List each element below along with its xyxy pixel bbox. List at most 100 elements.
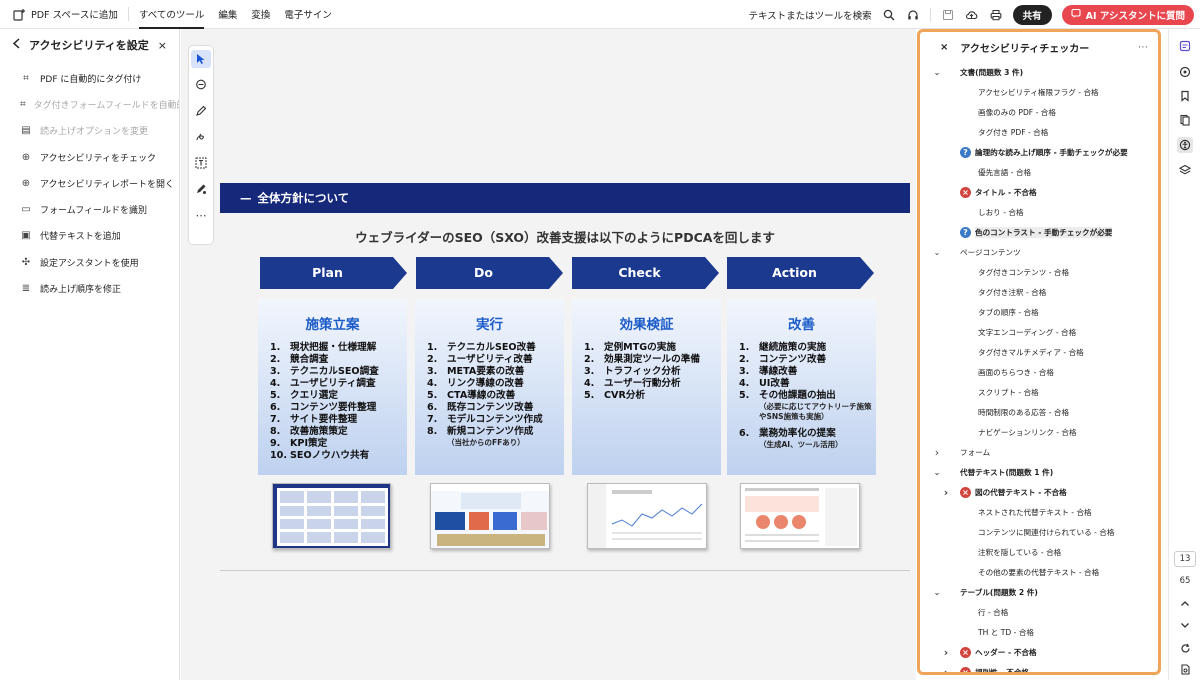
tool-item-7[interactable]: ▣ 代替テキストを追加 <box>0 223 179 249</box>
step-item: 6. コンテンツ要件整理 <box>270 402 407 414</box>
checker-row-label: ページコンテンツ <box>960 247 1021 257</box>
menu-convert[interactable]: 変換 <box>251 7 270 21</box>
checker-rule[interactable]: 画像のみの PDF - 合格 <box>920 102 1158 122</box>
print-icon[interactable] <box>989 8 1003 22</box>
checker-rule[interactable]: 注釈を隠している - 合格 <box>920 542 1158 562</box>
checker-tree: ⌄ 文書(問題数 3 件) アクセシビリティ権限フラグ - 合格 画像のみの PDF … <box>920 62 1158 673</box>
checker-rule[interactable]: 文字エンコーディング - 合格 <box>920 322 1158 342</box>
tool-item-label: 設定アシスタントを使用 <box>40 258 139 269</box>
menu-edit[interactable]: 編集 <box>218 7 237 21</box>
checker-rule[interactable]: その他の要素の代替テキスト - 合格 <box>920 562 1158 582</box>
tool-item-6[interactable]: ▭ フォームフィールドを識別 <box>0 196 179 222</box>
checker-rule[interactable]: スクリプト - 合格 <box>920 382 1158 402</box>
tool-item-5[interactable]: ⊕ アクセシビリティレポートを開く <box>0 170 179 196</box>
checker-rule[interactable]: 画面のちらつき - 合格 <box>920 362 1158 382</box>
chevron-down-icon[interactable]: ⌄ <box>932 588 942 597</box>
more-options-icon[interactable]: ⋯ <box>1138 42 1148 53</box>
comments-icon[interactable] <box>1177 64 1193 80</box>
checker-row-label: 代替テキスト(問題数 1 件) <box>960 467 1054 477</box>
ai-assistant-button[interactable]: AI アシスタントに質問 <box>1061 4 1194 25</box>
checker-rule[interactable]: ? 論理的な読み上げ順序 - 手動チェックが必要 <box>920 142 1158 162</box>
checker-category[interactable]: ⌄ テーブル(問題数 2 件) <box>920 582 1158 602</box>
checker-rule[interactable]: × タイトル - 不合格 <box>920 182 1158 202</box>
add-to-pdf-space[interactable]: PDF スペースに追加 <box>12 7 118 21</box>
current-page-field[interactable]: 13 <box>1174 551 1196 567</box>
step-number: 4. <box>739 378 750 389</box>
menu-e-sign[interactable]: 電子サイン <box>284 7 332 21</box>
step-item: 1. 継続施策の実施 <box>739 342 876 354</box>
chevron-right-icon[interactable]: › <box>941 666 951 673</box>
chevron-right-icon[interactable]: › <box>941 486 951 499</box>
chevron-down-icon[interactable]: ⌄ <box>932 248 942 257</box>
checker-category[interactable]: ⌄ 代替テキスト(問題数 1 件) <box>920 462 1158 482</box>
checker-row-label: タイトル - 不合格 <box>975 187 1037 197</box>
checker-rule[interactable]: タグ付きマルチメディア - 合格 <box>920 342 1158 362</box>
menu-all-tools[interactable]: すべてのツール <box>138 7 205 29</box>
tool-item-4[interactable]: ⊕ アクセシビリティをチェック <box>0 144 179 170</box>
step-number: 1. <box>739 342 750 353</box>
comment-icon[interactable] <box>191 76 211 94</box>
stamp-icon[interactable] <box>191 180 211 198</box>
checker-rule[interactable]: タグ付き注釈 - 合格 <box>920 282 1158 302</box>
checker-category[interactable]: ⌄ ページコンテンツ <box>920 242 1158 262</box>
bookmark-icon[interactable] <box>1177 88 1193 104</box>
banner-dash: — <box>240 191 252 205</box>
cloud-upload-icon[interactable] <box>965 8 979 22</box>
close-icon[interactable]: × <box>940 42 948 53</box>
step-text: 既存コンテンツ改善 <box>447 402 534 413</box>
file-search-icon[interactable] <box>1177 661 1193 677</box>
step-text: モデルコンテンツ作成 <box>447 414 543 425</box>
pages-icon[interactable] <box>1177 112 1193 128</box>
tool-item-1[interactable]: ⌗ PDF に自動的にタグ付け <box>0 65 179 91</box>
checker-rule[interactable]: › × 図の代替テキスト - 不合格 <box>920 482 1158 502</box>
checker-rule[interactable]: タブの順序 - 合格 <box>920 302 1158 322</box>
save-icon[interactable] <box>941 8 955 22</box>
chevron-right-icon[interactable]: › <box>932 446 942 459</box>
step-number: 6. <box>270 402 281 413</box>
checker-rule[interactable]: 時間制限のある応答 - 合格 <box>920 402 1158 422</box>
back-arrow-icon[interactable] <box>12 38 21 52</box>
more-tools-icon[interactable]: ⋯ <box>191 206 211 224</box>
close-icon[interactable]: × <box>158 39 167 52</box>
checker-rule[interactable]: タグ付き PDF - 合格 <box>920 122 1158 142</box>
checker-row-label: コンテンツに関連付けられている - 合格 <box>978 527 1115 537</box>
checker-rule[interactable]: ネストされた代替テキスト - 合格 <box>920 502 1158 522</box>
step-text: クエリ選定 <box>290 390 338 401</box>
quick-tools-bar: ⋯ <box>188 45 214 245</box>
checker-rule[interactable]: TH と TD - 合格 <box>920 622 1158 642</box>
highlight-pen-icon[interactable] <box>191 102 211 120</box>
checker-row-label: ナビゲーションリンク - 合格 <box>978 427 1077 437</box>
accessibility-icon[interactable] <box>1177 137 1193 153</box>
checker-rule[interactable]: 行 - 合格 <box>920 602 1158 622</box>
tool-item-8[interactable]: ✣ 設定アシスタントを使用 <box>0 249 179 275</box>
tool-item-9[interactable]: ≣ 読み上げ順序を修正 <box>0 275 179 301</box>
checker-rule[interactable]: 優先言語 - 合格 <box>920 162 1158 182</box>
checker-rule[interactable]: ? 色のコントラスト - 手動チェックが必要 <box>920 222 1158 242</box>
share-button[interactable]: 共有 <box>1012 4 1052 25</box>
step-item: 5. その他課題の抽出 <box>739 390 876 402</box>
chevron-down-icon[interactable]: ⌄ <box>932 468 942 477</box>
search-icon[interactable] <box>882 8 896 22</box>
draw-freehand-icon[interactable] <box>191 128 211 146</box>
checker-rule[interactable]: ナビゲーションリンク - 合格 <box>920 422 1158 442</box>
text-select-icon[interactable] <box>191 154 211 172</box>
chevron-down-icon[interactable]: ⌄ <box>932 68 942 77</box>
refresh-icon[interactable] <box>1177 640 1193 656</box>
chevron-right-icon[interactable]: › <box>941 646 951 659</box>
checker-rule[interactable]: コンテンツに関連付けられている - 合格 <box>920 522 1158 542</box>
headphones-icon[interactable] <box>906 8 920 22</box>
ai-summary-icon[interactable] <box>1177 38 1193 54</box>
page-down-icon[interactable] <box>1177 617 1193 633</box>
checker-rule[interactable]: しおり - 合格 <box>920 202 1158 222</box>
checker-rule[interactable]: › × ヘッダー - 不合格 <box>920 642 1158 662</box>
search-tools-label[interactable]: テキストまたはツールを検索 <box>748 8 871 22</box>
select-cursor-icon[interactable] <box>191 50 211 68</box>
checker-category[interactable]: › フォーム <box>920 442 1158 462</box>
page-up-icon[interactable] <box>1177 596 1193 612</box>
checker-rule[interactable]: アクセシビリティ権限フラグ - 合格 <box>920 82 1158 102</box>
layers-icon[interactable] <box>1177 162 1193 178</box>
checker-rule[interactable]: タグ付きコンテンツ - 合格 <box>920 262 1158 282</box>
checker-rule[interactable]: › × 規則性 - 不合格 <box>920 662 1158 673</box>
document-viewport[interactable]: ⋯ — 全体方針について ウェブライダーのSEO（SXO）改善支援は以下のように… <box>181 29 916 680</box>
checker-category[interactable]: ⌄ 文書(問題数 3 件) <box>920 62 1158 82</box>
